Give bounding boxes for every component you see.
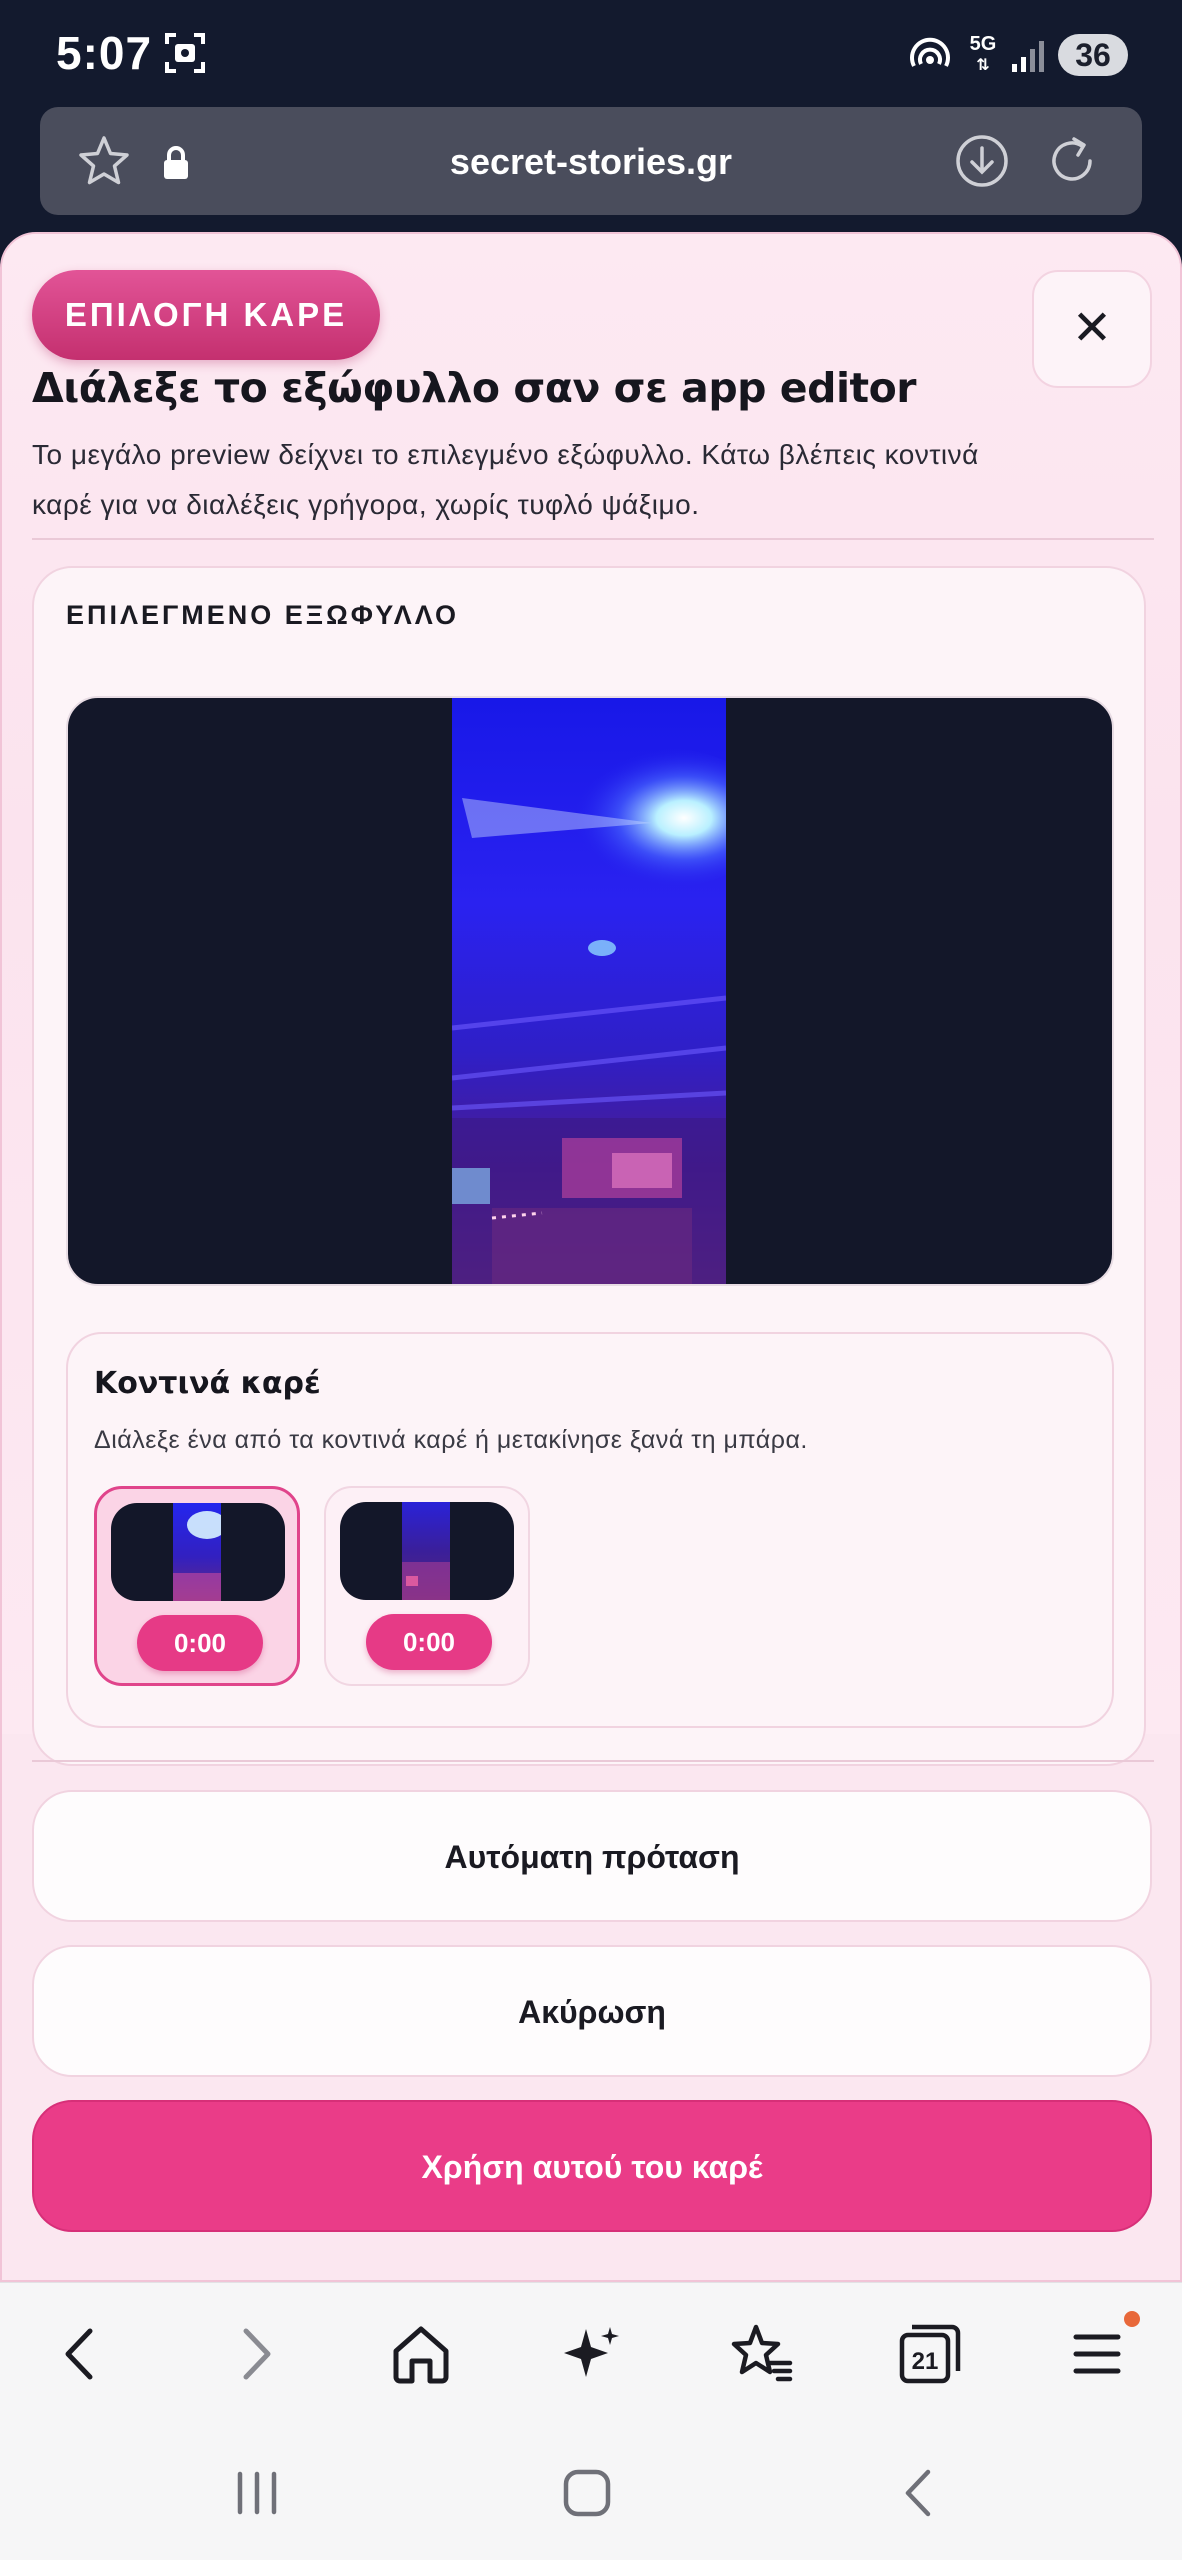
- modal-badge: ΕΠΙΛΟΓΗ ΚΑΡΕ: [32, 270, 380, 360]
- home-nav-icon[interactable]: [552, 2458, 622, 2528]
- hotspot-icon: [910, 37, 950, 67]
- cover-preview: [66, 696, 1114, 1286]
- back-nav-icon[interactable]: [884, 2458, 954, 2528]
- reload-icon[interactable]: [1044, 133, 1100, 189]
- signal-icon: [1012, 41, 1044, 72]
- system-nav-bar: [0, 2422, 1182, 2560]
- network-type: 5G ⇅: [969, 33, 997, 74]
- frame-time-badge: 0:00: [366, 1614, 492, 1670]
- notification-dot: [1124, 2311, 1140, 2327]
- nearby-frames-description: Διάλεξε ένα από τα κοντινά καρέ ή μετακί…: [94, 1426, 808, 1454]
- menu-icon[interactable]: [1062, 2319, 1132, 2389]
- close-button[interactable]: ✕: [1032, 270, 1152, 388]
- forward-icon[interactable]: [220, 2319, 290, 2389]
- cover-preview-image: [452, 698, 726, 1284]
- recent-apps-icon[interactable]: [222, 2458, 292, 2528]
- status-time: 5:07: [56, 27, 153, 79]
- modal-description: Το μεγάλο preview δείχνει το επιλεγμένο …: [32, 439, 979, 520]
- frame-thumbnail[interactable]: 0:00: [94, 1486, 300, 1686]
- svg-text:21: 21: [912, 2348, 939, 2375]
- back-icon[interactable]: [46, 2319, 116, 2389]
- divider: [32, 538, 1154, 540]
- close-icon: ✕: [1071, 302, 1113, 355]
- browser-url-bar[interactable]: secret-stories.gr: [40, 107, 1142, 215]
- download-icon[interactable]: [954, 133, 1010, 189]
- frame-thumbnail-image: [340, 1502, 514, 1600]
- selected-cover-card: ΕΠΙΛΕΓΜΕΝΟ ΕΞΩΦΥΛΛΟ Κοντινά καρέ Διάλεξε…: [32, 566, 1146, 1766]
- browser-toolbar: 21: [0, 2282, 1182, 2422]
- cancel-button[interactable]: Ακύρωση: [32, 1945, 1152, 2077]
- status-bar: 5:07 5G ⇅ 36: [0, 0, 1182, 105]
- nearby-frames-panel: Κοντινά καρέ Διάλεξε ένα από τα κοντινά …: [66, 1332, 1114, 1728]
- divider: [32, 1760, 1154, 1762]
- nearby-frames-title: Κοντινά καρέ: [94, 1366, 321, 1401]
- frame-time-badge: 0:00: [137, 1615, 263, 1671]
- frame-picker-modal: ΕΠΙΛΟΓΗ ΚΑΡΕ ✕ Διάλεξε το εξώφυλλο σαν σ…: [0, 232, 1182, 2282]
- tabs-icon[interactable]: 21: [894, 2319, 964, 2389]
- auto-suggest-button[interactable]: Αυτόματη πρόταση: [32, 1790, 1152, 1922]
- bookmarks-icon[interactable]: [726, 2319, 796, 2389]
- frame-thumbnail[interactable]: 0:00: [324, 1486, 530, 1686]
- screenshot-icon: [165, 33, 205, 73]
- use-frame-button[interactable]: Χρήση αυτού του καρέ: [32, 2100, 1152, 2232]
- home-icon[interactable]: [386, 2319, 456, 2389]
- battery-indicator: 36: [1058, 34, 1128, 76]
- modal-title: Διάλεξε το εξώφυλλο σαν σε app editor: [32, 364, 917, 412]
- frame-thumbnail-image: [111, 1503, 285, 1601]
- selected-cover-label: ΕΠΙΛΕΓΜΕΝΟ ΕΞΩΦΥΛΛΟ: [66, 600, 460, 630]
- sparkle-icon[interactable]: [556, 2319, 626, 2389]
